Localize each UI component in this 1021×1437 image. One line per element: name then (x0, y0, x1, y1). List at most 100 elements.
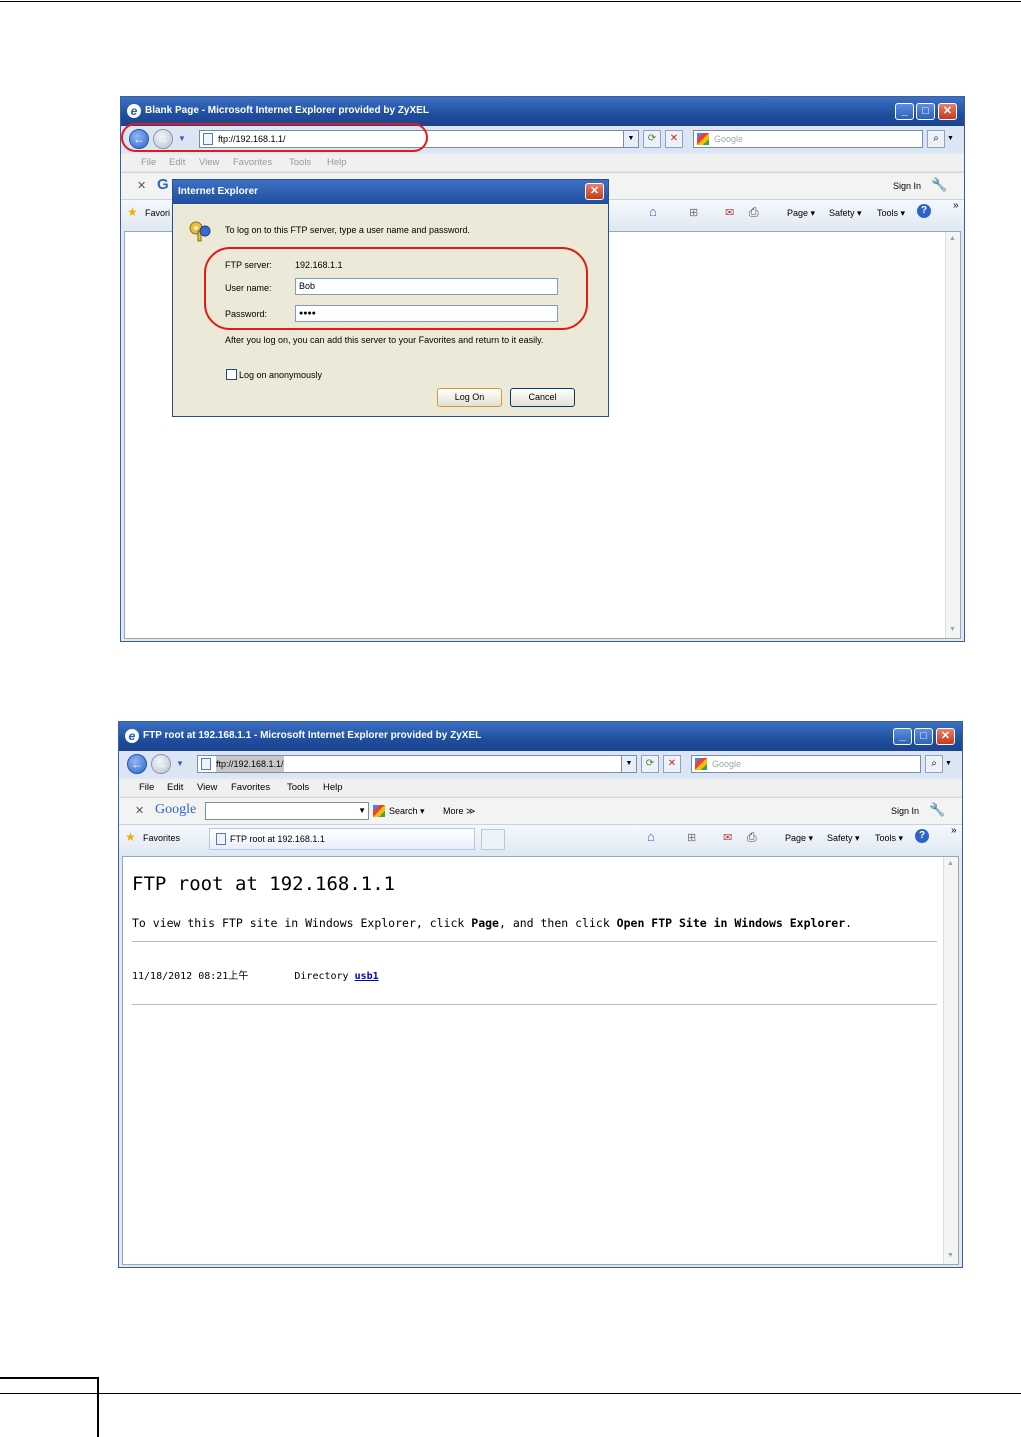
menu-tools[interactable]: Tools (287, 782, 309, 793)
safety-menu[interactable]: Safety ▾ (827, 833, 860, 844)
maximize-button[interactable]: □ (914, 728, 933, 745)
entry-date: 11/18/2012 08:21上午 (132, 971, 249, 982)
dialog-close-button[interactable]: ✕ (585, 183, 604, 200)
menu-help[interactable]: Help (327, 157, 347, 168)
google-search-input[interactable]: ▼ (205, 802, 369, 820)
dialog-title: Internet Explorer (178, 186, 259, 197)
sign-in-link[interactable]: Sign In (891, 806, 919, 816)
google-search-dropdown-icon[interactable]: ▼ (358, 806, 366, 815)
google-search-icon (373, 805, 385, 817)
refresh-button[interactable]: ⟳ (643, 130, 661, 148)
divider-bottom (132, 1004, 937, 1005)
feeds-icon[interactable]: ⊞ (687, 831, 696, 844)
vertical-scrollbar[interactable]: ▲ ▼ (943, 857, 958, 1264)
minimize-button[interactable]: _ (895, 103, 914, 120)
anonymous-label[interactable]: Log on anonymously (239, 370, 322, 380)
vertical-scrollbar[interactable]: ▲ ▼ (945, 232, 960, 638)
help-icon[interactable]: ? (917, 204, 931, 218)
page-menu[interactable]: Page ▾ (787, 208, 815, 219)
menu-help[interactable]: Help (323, 782, 343, 793)
page-top-rule (0, 1, 1021, 2)
close-toolbar-icon[interactable]: ✕ (135, 804, 144, 817)
title-bar[interactable]: e Blank Page - Microsoft Internet Explor… (121, 97, 964, 126)
page-menu[interactable]: Page ▾ (785, 833, 813, 844)
print-icon[interactable]: ⎙ (747, 830, 757, 845)
tools-menu[interactable]: Tools ▾ (877, 208, 905, 219)
anonymous-checkbox[interactable] (226, 369, 237, 380)
history-dropdown-icon[interactable]: ▼ (176, 759, 184, 768)
google-search-button[interactable]: Search ▾ (389, 806, 425, 817)
wrench-icon[interactable]: 🔧 (931, 177, 947, 193)
search-options-icon[interactable]: ▼ (947, 135, 954, 142)
dialog-title-bar[interactable]: Internet Explorer ✕ (173, 180, 608, 204)
log-on-button[interactable]: Log On (437, 388, 502, 407)
tab-ftp-root[interactable]: FTP root at 192.168.1.1 (209, 828, 475, 850)
maximize-button[interactable]: □ (916, 103, 935, 120)
help-icon[interactable]: ? (915, 829, 929, 843)
title-bar[interactable]: e FTP root at 192.168.1.1 - Microsoft In… (119, 722, 962, 751)
google-toolbar: ✕ Google ▼ Search ▾ More ≫ Sign In 🔧 (119, 797, 962, 824)
menu-tools[interactable]: Tools (289, 157, 311, 168)
search-input[interactable]: Google (693, 130, 923, 148)
refresh-button[interactable]: ⟳ (641, 755, 659, 773)
print-icon[interactable]: ⎙ (749, 205, 759, 220)
favorites-button[interactable]: Favori (145, 208, 170, 218)
window-title: FTP root at 192.168.1.1 - Microsoft Inte… (143, 730, 482, 741)
scroll-down-icon[interactable]: ▼ (946, 1252, 955, 1261)
search-go-button[interactable]: ⌕ (927, 130, 945, 148)
favorites-star-icon[interactable]: ★ (127, 205, 138, 219)
back-button[interactable]: ← (127, 754, 147, 774)
stop-button[interactable]: ✕ (665, 130, 683, 148)
search-input[interactable]: Google (691, 755, 921, 773)
explorer-hint: To view this FTP site in Windows Explore… (132, 916, 853, 930)
menu-view[interactable]: View (197, 782, 217, 793)
address-dropdown-icon[interactable]: ▼ (621, 756, 636, 772)
feeds-icon[interactable]: ⊞ (689, 206, 698, 219)
footer-rule (0, 1393, 1021, 1394)
close-button[interactable]: ✕ (938, 103, 957, 120)
close-button[interactable]: ✕ (936, 728, 955, 745)
home-icon[interactable]: ⌂ (647, 829, 655, 844)
scroll-up-icon[interactable]: ▲ (948, 235, 957, 244)
overflow-icon[interactable]: » (951, 825, 957, 836)
menu-view[interactable]: View (199, 157, 219, 168)
new-tab-button[interactable] (481, 829, 505, 850)
menu-edit[interactable]: Edit (167, 782, 183, 793)
mail-icon[interactable]: ✉ (725, 206, 734, 219)
close-toolbar-icon[interactable]: ✕ (137, 179, 146, 192)
address-text: ftp://192.168.1.1/ (216, 756, 284, 772)
address-highlight-ring (121, 123, 428, 152)
menu-edit[interactable]: Edit (169, 157, 185, 168)
sign-in-link[interactable]: Sign In (893, 181, 921, 191)
scroll-down-icon[interactable]: ▼ (948, 626, 957, 635)
more-button[interactable]: More ≫ (443, 806, 475, 817)
home-icon[interactable]: ⌂ (649, 204, 657, 219)
minimize-button[interactable]: _ (893, 728, 912, 745)
mail-icon[interactable]: ✉ (723, 831, 732, 844)
cancel-button[interactable]: Cancel (510, 388, 575, 407)
favorites-star-icon[interactable]: ★ (125, 830, 136, 844)
after-logon-note: After you log on, you can add this serve… (225, 335, 544, 345)
search-go-button[interactable]: ⌕ (925, 755, 943, 773)
entry-type: Directory (294, 971, 349, 982)
page-icon (201, 758, 211, 770)
dialog-intro: To log on to this FTP server, type a use… (225, 225, 470, 235)
address-bar[interactable]: ftp://192.168.1.1/ ▼ (197, 755, 637, 773)
stop-button[interactable]: ✕ (663, 755, 681, 773)
hint-open-ftp: Open FTP Site in Windows Explorer (616, 916, 846, 930)
search-options-icon[interactable]: ▼ (945, 760, 952, 767)
menu-favorites[interactable]: Favorites (233, 157, 272, 168)
safety-menu[interactable]: Safety ▾ (829, 208, 862, 219)
favorites-button[interactable]: Favorites (143, 833, 180, 843)
directory-link-usb1[interactable]: usb1 (355, 971, 379, 982)
forward-button[interactable]: → (151, 754, 171, 774)
scroll-up-icon[interactable]: ▲ (946, 860, 955, 869)
address-dropdown-icon[interactable]: ▼ (623, 131, 638, 147)
tab-label: FTP root at 192.168.1.1 (230, 834, 325, 844)
overflow-icon[interactable]: » (953, 200, 959, 211)
menu-file[interactable]: File (139, 782, 154, 793)
tools-menu[interactable]: Tools ▾ (875, 833, 903, 844)
wrench-icon[interactable]: 🔧 (929, 802, 945, 818)
menu-file[interactable]: File (141, 157, 156, 168)
menu-favorites[interactable]: Favorites (231, 782, 270, 793)
